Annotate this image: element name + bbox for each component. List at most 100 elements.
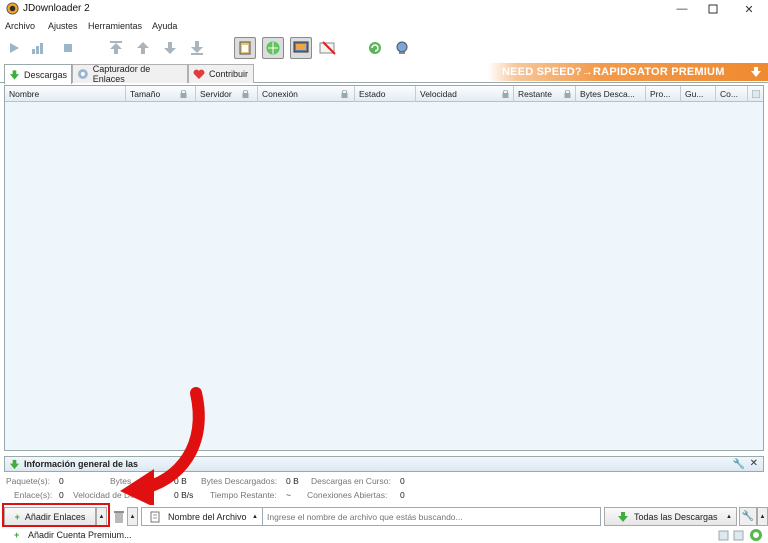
conexiones-value: 0 (400, 490, 405, 500)
trash-icon (114, 510, 124, 523)
stop-button[interactable] (58, 38, 78, 58)
chevron-up-icon: ▲ (726, 513, 732, 520)
tools-button[interactable]: 🔧 (739, 507, 757, 526)
tab-label: Descargas (23, 69, 67, 80)
menu-ayuda[interactable]: Ayuda (152, 21, 177, 31)
tiempo-restante-label: Tiempo Restante: (210, 490, 277, 500)
col-bytes-descargados[interactable]: Bytes Desca... (576, 86, 646, 102)
col-progreso[interactable]: Pro... (646, 86, 681, 102)
tab-capturador[interactable]: Capturador de Enlaces (72, 64, 188, 84)
minimize-button[interactable]: — (667, 0, 697, 18)
toolbar (0, 35, 768, 61)
search-field-label: Nombre del Archivo (168, 511, 247, 522)
downloads-filter-button[interactable]: Todas las Descargas ▲ (604, 507, 737, 526)
tab-label: Contribuir (209, 69, 249, 79)
reconnect-button[interactable] (365, 38, 385, 58)
auto-reconnect-button[interactable] (262, 37, 284, 59)
clipboard-icon (239, 41, 251, 55)
premium-toggle-button[interactable] (318, 38, 338, 58)
monitor-icon (293, 41, 309, 53)
bytes-descargados-label: Bytes Descargados: (201, 476, 278, 486)
heart-icon (193, 69, 205, 79)
stop-icon (64, 44, 72, 52)
promo-banner[interactable]: NEED SPEED?→RAPIDGATOR PREMIUM (488, 63, 768, 81)
trash-dropdown[interactable]: ▲ (127, 507, 138, 526)
menu-ajustes[interactable]: Ajustes (48, 21, 78, 31)
download-arrow-icon (9, 459, 20, 469)
network-icon[interactable] (718, 530, 729, 541)
move-up-icon (137, 42, 149, 54)
col-velocidad[interactable]: Velocidad (416, 86, 514, 102)
downloads-filter-label: Todas las Descargas (634, 511, 718, 522)
lock-icon (564, 90, 571, 98)
add-premium-link[interactable]: Añadir Cuenta Premium... (28, 530, 132, 540)
close-button[interactable]: ✕ (734, 0, 764, 18)
lock-icon (502, 90, 509, 98)
trash-button[interactable] (112, 508, 126, 525)
menu-bar: Archivo Ajustes Herramientas Ayuda (0, 19, 768, 35)
chevron-up-icon: ▲ (252, 513, 258, 520)
link-grabber-icon (77, 69, 88, 79)
enlaces-label: Enlace(s): (14, 490, 53, 500)
enlaces-value: 0 (59, 490, 64, 500)
pause-button[interactable] (28, 38, 48, 58)
move-bottom-button[interactable] (187, 38, 207, 58)
update-button[interactable] (392, 38, 412, 58)
download-arrow-icon (9, 69, 20, 80)
col-nombre[interactable]: Nombre (5, 86, 126, 102)
play-icon (10, 43, 19, 53)
conexiones-label: Conexiones Abiertas: (307, 490, 388, 500)
promo-text: NEED SPEED?→RAPIDGATOR PREMIUM (502, 66, 725, 78)
move-top-icon (110, 41, 122, 54)
bottom-bar: + Añadir Enlaces ▲ ▲ Nombre del Archivo … (0, 505, 768, 527)
paquetes-value: 0 (59, 476, 64, 486)
maximize-icon (708, 4, 718, 14)
tab-label: Capturador de Enlaces (92, 64, 151, 84)
menu-herramientas[interactable]: Herramientas (88, 21, 142, 31)
tools-dropdown[interactable]: ▲ (757, 507, 768, 526)
red-arrow-annotation (120, 387, 205, 505)
wrench-icon[interactable]: 🔧 (733, 459, 745, 470)
clipboard-observer-button[interactable] (234, 37, 256, 59)
tiempo-restante-value: ~ (286, 490, 291, 500)
col-estado[interactable]: Estado (355, 86, 416, 102)
search-field-select[interactable]: Nombre del Archivo ▲ (141, 507, 263, 526)
close-panel-icon[interactable]: ✕ (750, 458, 758, 469)
status-bar: + Añadir Cuenta Premium... (0, 528, 768, 543)
start-button[interactable] (4, 38, 24, 58)
refresh-icon (369, 42, 381, 54)
document-icon (150, 511, 160, 522)
speed-limit-button[interactable] (290, 37, 312, 59)
bytes-descargados-value: 0 B (286, 476, 299, 486)
paquetes-label: Paquete(s): (6, 476, 50, 486)
title-bar: JDownloader 2 — ✕ (0, 0, 768, 18)
table-header: Nombre Tamaño Servidor Conexión Estado V… (5, 86, 763, 102)
col-comentario[interactable]: Co... (716, 86, 748, 102)
window-title: JDownloader 2 (23, 3, 90, 14)
wrench-icon: 🔧 (741, 511, 755, 522)
tab-descargas[interactable]: Descargas (4, 64, 72, 84)
lock-icon (242, 90, 249, 98)
pause-stats-icon (32, 43, 43, 54)
tab-contribuir[interactable]: Contribuir (188, 64, 254, 83)
search-input[interactable] (262, 507, 601, 526)
maximize-button[interactable] (698, 0, 728, 18)
move-bottom-icon (191, 41, 203, 55)
move-down-button[interactable] (160, 38, 180, 58)
move-up-button[interactable] (133, 38, 153, 58)
menu-archivo[interactable]: Archivo (5, 21, 35, 31)
settings-status-icon[interactable] (733, 530, 744, 541)
add-plus-icon: + (14, 530, 20, 540)
jdownloader-logo-icon (6, 2, 19, 15)
lock-icon (341, 90, 348, 98)
download-arrow-icon (618, 511, 628, 522)
download-promo-icon (751, 67, 761, 77)
power-status-icon[interactable] (749, 528, 763, 542)
move-top-button[interactable] (106, 38, 126, 58)
premium-off-icon (319, 41, 336, 55)
descargas-curso-label: Descargas en Curso: (311, 476, 391, 486)
col-guardado[interactable]: Gu... (681, 86, 716, 102)
descargas-curso-value: 0 (400, 476, 405, 486)
column-settings-icon[interactable] (752, 90, 760, 98)
highlight-box (2, 503, 110, 527)
